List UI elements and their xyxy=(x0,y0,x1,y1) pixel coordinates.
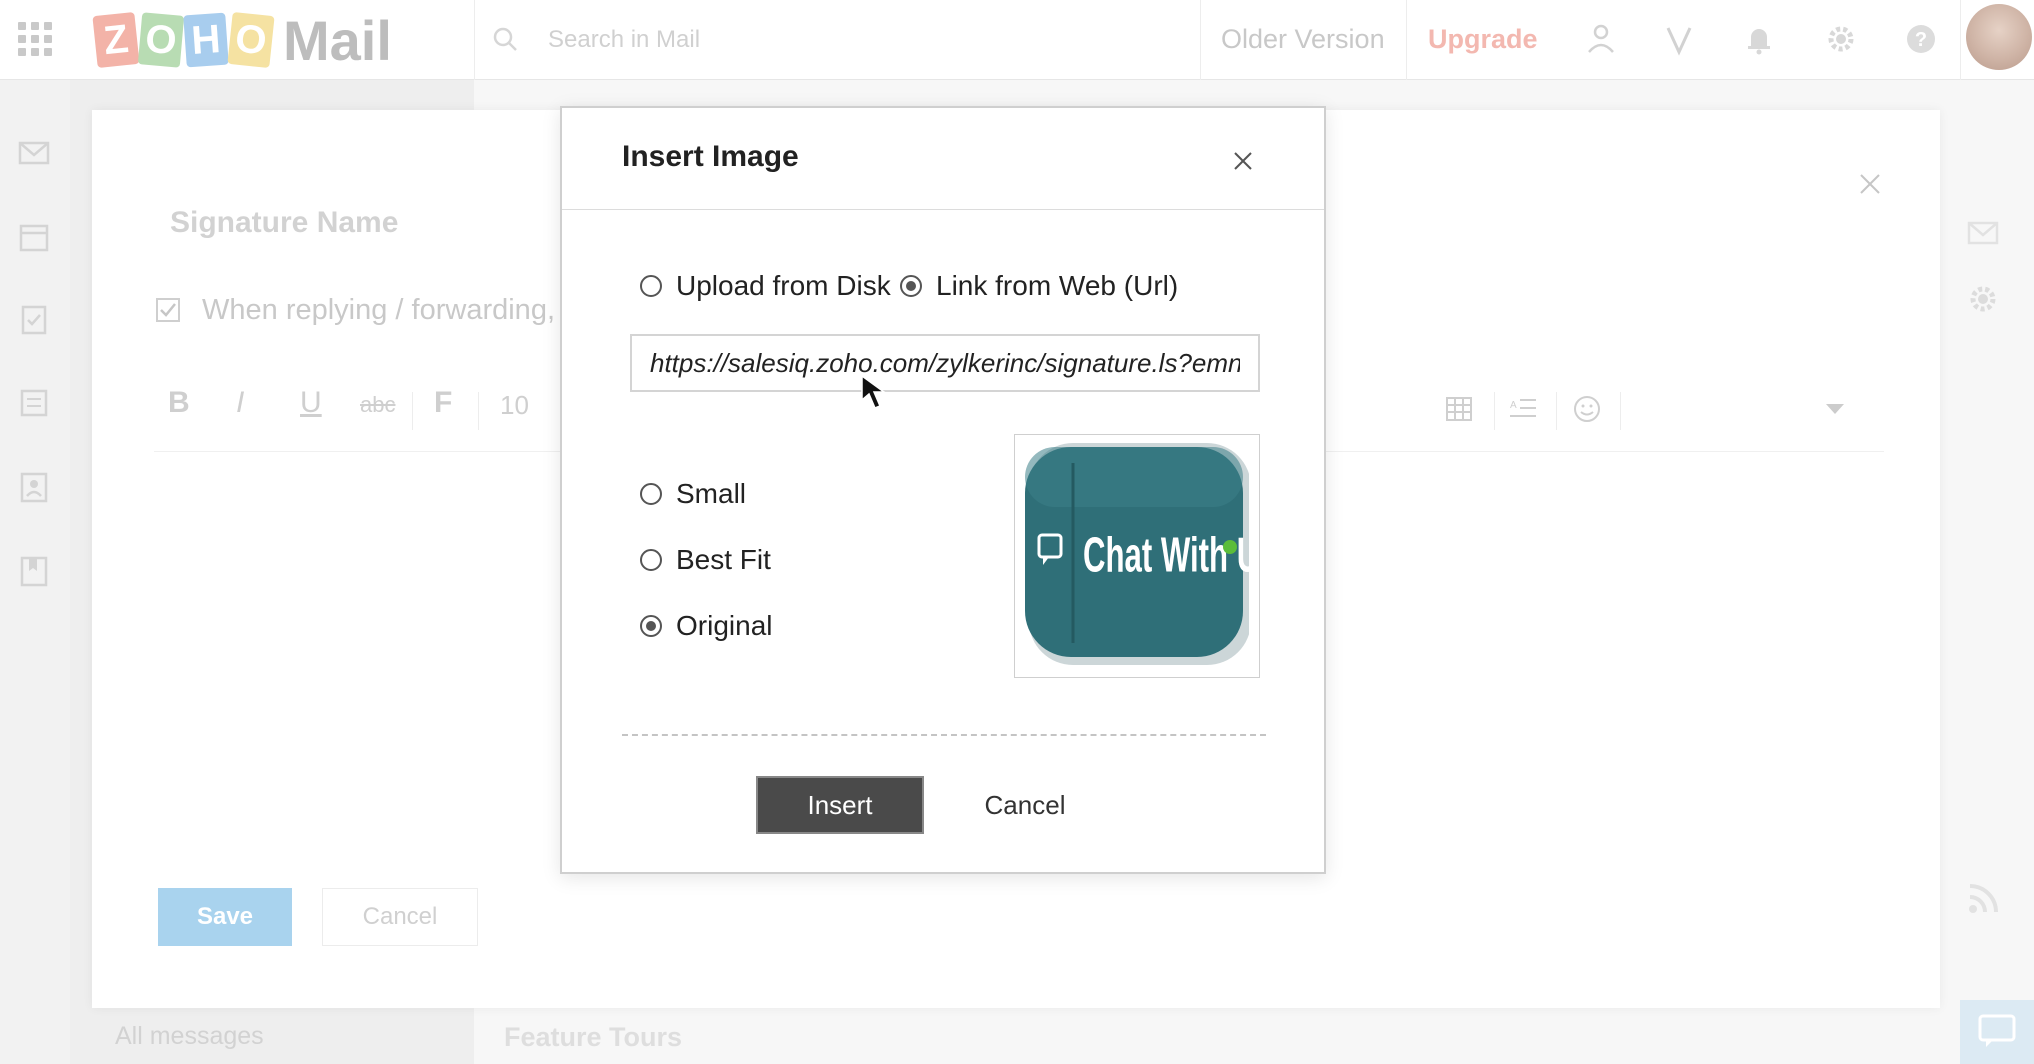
bell-icon[interactable] xyxy=(1742,22,1776,56)
size-small-radio[interactable] xyxy=(640,483,662,505)
search-icon[interactable] xyxy=(492,26,518,52)
people-icon[interactable] xyxy=(1584,22,1618,56)
insert-button[interactable]: Insert xyxy=(756,776,924,834)
save-button[interactable]: Save xyxy=(158,888,292,946)
toolbar-separator xyxy=(478,392,479,430)
check-icon xyxy=(160,303,176,317)
svg-text:A: A xyxy=(1510,400,1517,411)
logo-letter-h: H xyxy=(183,12,229,68)
logo-letter-o: O xyxy=(137,12,185,68)
size-best-fit-option[interactable]: Best Fit xyxy=(640,544,771,576)
zoho-mail-logo[interactable]: Z O H O Mail xyxy=(92,8,392,72)
mail-icon[interactable] xyxy=(1966,216,2000,250)
reply-signature-checkbox[interactable] xyxy=(156,298,180,322)
toolbar-separator xyxy=(1620,392,1621,430)
contacts-icon[interactable] xyxy=(17,470,51,504)
feature-tours-label[interactable]: Feature Tours xyxy=(504,1022,682,1053)
chat-with-us-image: Chat With Us xyxy=(1025,443,1249,665)
image-url-input[interactable] xyxy=(630,334,1260,392)
v-icon[interactable] xyxy=(1662,22,1696,56)
link-from-web-label: Link from Web (Url) xyxy=(936,270,1179,301)
link-from-web-option[interactable]: Link from Web (Url) xyxy=(900,270,1178,302)
dialog-header: Insert Image xyxy=(562,108,1324,210)
upload-from-disk-label: Upload from Disk xyxy=(676,270,891,301)
underline-button[interactable]: U xyxy=(300,386,322,420)
size-original-option[interactable]: Original xyxy=(640,610,772,642)
link-from-web-radio[interactable] xyxy=(900,275,922,297)
upload-from-disk-radio[interactable] xyxy=(640,275,662,297)
older-version-link[interactable]: Older Version xyxy=(1221,24,1385,55)
top-divider xyxy=(474,0,475,80)
size-original-radio[interactable] xyxy=(640,615,662,637)
emoji-icon[interactable] xyxy=(1572,394,1602,424)
size-original-label: Original xyxy=(676,610,773,641)
size-best-fit-radio[interactable] xyxy=(640,549,662,571)
help-icon[interactable]: ? xyxy=(1904,22,1938,56)
font-family-dropdown[interactable]: F xyxy=(434,386,452,420)
bold-button[interactable]: B xyxy=(168,386,190,420)
font-size-dropdown[interactable]: 10 xyxy=(500,390,529,421)
chevron-down-icon[interactable] xyxy=(1824,402,1846,416)
all-messages-link[interactable]: All messages xyxy=(115,1022,264,1051)
svg-text:?: ? xyxy=(1915,29,1927,51)
signature-name-input[interactable]: Signature Name xyxy=(170,206,398,240)
close-icon[interactable] xyxy=(1232,150,1254,172)
mail-icon[interactable] xyxy=(17,136,51,170)
search-input[interactable]: Search in Mail xyxy=(548,26,700,54)
close-icon[interactable] xyxy=(1858,172,1882,196)
upgrade-link[interactable]: Upgrade xyxy=(1428,24,1538,55)
size-small-option[interactable]: Small xyxy=(640,478,746,510)
toolbar-separator xyxy=(1556,392,1557,430)
size-small-label: Small xyxy=(676,478,747,509)
top-divider xyxy=(1406,0,1407,80)
strikethrough-button[interactable]: abc xyxy=(360,392,395,418)
italic-button[interactable]: I xyxy=(236,386,244,420)
tasks-icon[interactable] xyxy=(17,302,51,336)
chat-with-us-text: Chat With Us xyxy=(1083,527,1249,582)
table-icon[interactable] xyxy=(1444,394,1474,424)
upload-from-disk-option[interactable]: Upload from Disk xyxy=(640,270,891,302)
chat-widget-button[interactable] xyxy=(1960,1000,2034,1064)
cancel-button[interactable]: Cancel xyxy=(322,888,478,946)
mouse-cursor-icon xyxy=(861,374,887,409)
gear-icon[interactable] xyxy=(1824,22,1858,56)
gear-icon[interactable] xyxy=(1966,282,2000,316)
list-format-icon[interactable]: A xyxy=(1508,394,1538,424)
image-preview: Chat With Us xyxy=(1014,434,1260,678)
logo-letter-z: Z xyxy=(92,11,140,69)
rss-icon[interactable] xyxy=(1966,882,2000,916)
toolbar-separator xyxy=(1494,392,1495,430)
insert-image-dialog: Insert Image Upload from Disk Link from … xyxy=(560,106,1326,874)
dialog-title: Insert Image xyxy=(622,140,799,173)
reply-signature-label: When replying / forwarding, p xyxy=(202,294,580,326)
avatar[interactable] xyxy=(1966,4,2032,70)
calendar-icon[interactable] xyxy=(17,220,51,254)
top-divider xyxy=(1960,0,1961,80)
left-rail xyxy=(0,80,70,1064)
bookmarks-icon[interactable] xyxy=(17,554,51,588)
chat-icon xyxy=(1978,1014,2016,1047)
cancel-button[interactable]: Cancel xyxy=(958,776,1092,834)
logo-letter-o2: O xyxy=(227,11,275,69)
apps-grid-icon[interactable] xyxy=(18,22,52,56)
size-best-fit-label: Best Fit xyxy=(676,544,771,575)
top-bar: Z O H O Mail Search in Mail Older Versio… xyxy=(0,0,2034,80)
notes-icon[interactable] xyxy=(17,386,51,420)
toolbar-separator xyxy=(412,392,413,430)
dialog-divider xyxy=(622,734,1266,736)
logo-product-name: Mail xyxy=(283,8,392,72)
top-divider xyxy=(1200,0,1201,80)
